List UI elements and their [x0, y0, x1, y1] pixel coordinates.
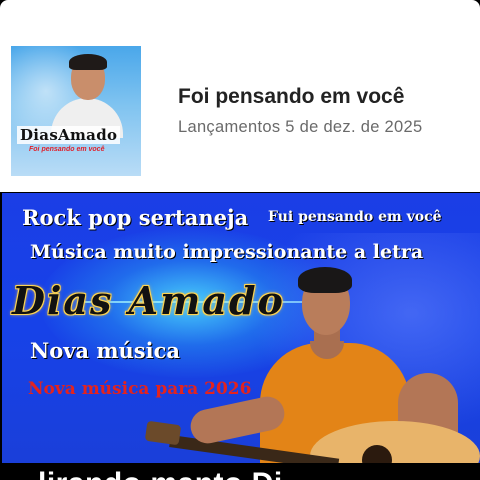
- guitar-headstock: [144, 420, 182, 446]
- release-title[interactable]: Foi pensando em você: [178, 85, 404, 109]
- performer-hair: [298, 267, 352, 293]
- song-tag-text: Fui pensando em você: [268, 209, 442, 225]
- cover-song-text: Foi pensando em você: [29, 146, 105, 153]
- performer-figure: [140, 253, 480, 463]
- genre-text: Rock pop sertaneja: [22, 205, 249, 230]
- cover-person-hair: [69, 54, 107, 70]
- guitar-body: [310, 421, 480, 463]
- frame-edge: [0, 193, 2, 463]
- video-thumbnail[interactable]: Rock pop sertaneja Fui pensando em você …: [0, 193, 480, 463]
- album-cover[interactable]: DiasAmado Foi pensando em você: [11, 46, 141, 176]
- release-meta: Lançamentos 5 de dez. de 2025: [178, 118, 423, 136]
- bottom-caption-strip: lirando manto Di: [0, 463, 480, 480]
- release-card[interactable]: DiasAmado Foi pensando em você Foi pensa…: [0, 0, 480, 192]
- partial-caption-text: lirando manto Di: [38, 467, 283, 480]
- cover-artist-name: DiasAmado: [17, 126, 121, 144]
